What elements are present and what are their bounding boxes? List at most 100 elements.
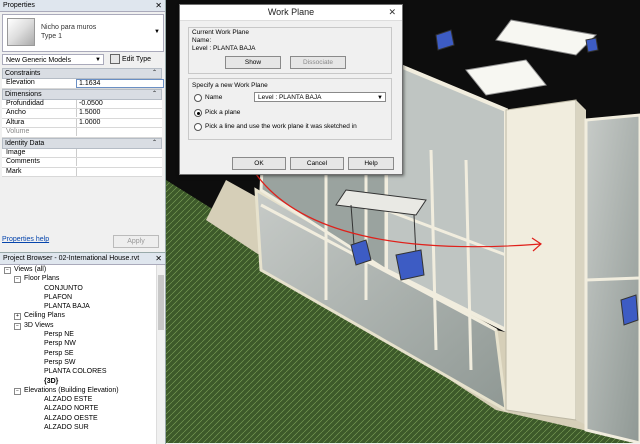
profundidad-field[interactable]: -0.0500	[76, 99, 163, 108]
browser-node[interactable]: Persp SE	[0, 349, 155, 358]
property-grid: Constraints ⌃ Elevation 1.1634 Dimensions…	[2, 68, 164, 177]
edit-type-button[interactable]: Edit Type	[110, 54, 162, 65]
comments-field[interactable]	[76, 158, 163, 166]
browser-node-label: Persp NW	[44, 340, 76, 348]
show-button[interactable]: Show	[225, 56, 281, 69]
roof-box	[465, 59, 547, 96]
project-browser: Project Browser - 02-International House…	[0, 252, 166, 444]
roof-table	[495, 19, 598, 56]
ok-button[interactable]: OK	[232, 157, 286, 170]
browser-node-label: PLAFON	[44, 293, 73, 301]
prop-key: Profundidad	[6, 99, 44, 107]
browser-node-label: Persp SE	[44, 349, 74, 357]
browser-node[interactable]: − Elevations (Building Elevation)	[0, 386, 155, 395]
collapse-icon: ⌃	[151, 70, 157, 76]
browser-node-label: Ceiling Plans	[24, 312, 65, 320]
browser-node[interactable]: Persp NE	[0, 330, 155, 339]
altura-field[interactable]: 1.0000	[76, 118, 163, 127]
properties-panel: Properties ✕ Nicho para muros Type 1 ▼ N…	[0, 0, 166, 252]
collapse-icon[interactable]: −	[14, 387, 21, 395]
type-name: Nicho para muros Type 1	[41, 23, 96, 41]
name-radio-label: Name	[205, 94, 223, 101]
prop-row-profundidad: Profundidad -0.0500	[2, 99, 163, 109]
browser-node[interactable]: − Floor Plans	[0, 274, 155, 284]
browser-titlebar: Project Browser - 02-International House…	[0, 253, 165, 265]
scrollbar-thumb[interactable]	[158, 275, 164, 330]
browser-node[interactable]: ALZADO SUR	[0, 423, 155, 432]
prop-row-image: Image	[2, 148, 163, 158]
browser-node[interactable]: ALZADO ESTE	[0, 395, 155, 404]
section-dimensions[interactable]: Dimensions ⌃	[2, 88, 162, 100]
collapse-icon[interactable]: −	[14, 322, 21, 330]
section-label: Dimensions	[5, 90, 42, 98]
name-radio[interactable]	[194, 94, 202, 102]
chevron-down-icon[interactable]: ▼	[154, 29, 160, 35]
prop-row-comments: Comments	[2, 158, 162, 168]
section-identity[interactable]: Identity Data ⌃	[2, 137, 162, 149]
prop-row-ancho: Ancho 1.5000	[2, 109, 162, 119]
pick-line-radio[interactable]	[194, 123, 202, 131]
chevron-down-icon: ▼	[95, 57, 101, 63]
expand-icon[interactable]: +	[14, 313, 21, 321]
properties-title: Properties	[3, 2, 35, 9]
prop-key: Elevation	[6, 79, 35, 86]
collapse-icon: ⌃	[151, 139, 157, 146]
properties-titlebar: Properties ✕	[0, 0, 165, 12]
browser-node[interactable]: Persp SW	[0, 358, 155, 367]
close-icon[interactable]: ✕	[155, 0, 162, 11]
browser-node-label: Floor Plans	[24, 275, 60, 283]
apply-button[interactable]: Apply	[113, 235, 159, 248]
collapse-icon[interactable]: −	[4, 267, 11, 274]
current-name-value: Level : PLANTA BAJA	[192, 45, 256, 52]
browser-node[interactable]: ALZADO OESTE	[0, 414, 155, 423]
pick-plane-label: Pick a plane	[205, 109, 241, 116]
browser-node[interactable]: + Ceiling Plans	[0, 311, 155, 321]
type-selector[interactable]: Nicho para muros Type 1 ▼	[2, 14, 164, 52]
browser-node-label: ALZADO NORTE	[44, 405, 99, 413]
mark-field[interactable]	[76, 167, 163, 176]
browser-scrollbar[interactable]	[156, 265, 165, 444]
browser-node[interactable]: PLAFON	[0, 293, 155, 302]
browser-node[interactable]: {3D}	[0, 377, 155, 386]
close-icon[interactable]: ✕	[388, 5, 396, 20]
column-block	[505, 99, 577, 421]
help-button[interactable]: Help	[348, 157, 394, 170]
prop-key: Volume	[6, 128, 30, 135]
section-constraints[interactable]: Constraints ⌃	[2, 68, 162, 79]
browser-node-label: ALZADO ESTE	[44, 396, 93, 404]
edit-type-label: Edit Type	[122, 56, 152, 63]
prop-key: Image	[6, 148, 26, 156]
cancel-button[interactable]: Cancel	[290, 157, 344, 170]
prop-key: Mark	[6, 167, 22, 175]
dialog-title: Work Plane	[267, 7, 315, 17]
collapse-icon[interactable]: −	[14, 276, 21, 284]
dialog-titlebar: Work Plane ✕	[180, 5, 402, 21]
workplane-name-select[interactable]: Level : PLANTA BAJA ▼	[254, 92, 386, 102]
browser-node[interactable]: PLANTA BAJA	[0, 302, 155, 311]
browser-node[interactable]: PLANTA COLORES	[0, 367, 155, 376]
browser-node[interactable]: CONJUNTO	[0, 284, 155, 293]
image-field[interactable]	[76, 148, 163, 157]
elevation-field[interactable]: 1.1634	[76, 79, 164, 88]
instance-filter-select[interactable]: New Generic Models ▼	[2, 54, 104, 65]
name-label: Name:	[192, 37, 212, 44]
browser-node[interactable]: ALZADO NORTE	[0, 404, 155, 413]
browser-node-label: Persp SW	[44, 358, 76, 366]
dissociate-button[interactable]: Dissociate	[290, 56, 346, 69]
type-family-label: Nicho para muros	[41, 24, 97, 31]
specify-workplane-title: Specify a new Work Plane	[192, 82, 268, 89]
pick-line-label: Pick a line and use the work plane it wa…	[205, 123, 357, 130]
properties-help-link[interactable]: Properties help	[2, 236, 49, 243]
browser-node[interactable]: − Views (all)	[0, 265, 155, 274]
chevron-down-icon: ▼	[377, 95, 383, 101]
browser-node[interactable]: −3D Views	[0, 321, 155, 330]
section-label: Constraints	[5, 70, 41, 77]
browser-node[interactable]: Persp NW	[0, 339, 155, 348]
family-row: New Generic Models ▼ Edit Type	[2, 54, 162, 66]
section-label: Identity Data	[5, 139, 45, 147]
pick-plane-radio[interactable]	[194, 109, 202, 117]
close-icon[interactable]: ✕	[155, 253, 162, 264]
prop-key: Ancho	[6, 109, 26, 116]
ancho-field[interactable]: 1.5000	[76, 109, 163, 117]
workplane-name-value: Level : PLANTA BAJA	[258, 94, 322, 101]
